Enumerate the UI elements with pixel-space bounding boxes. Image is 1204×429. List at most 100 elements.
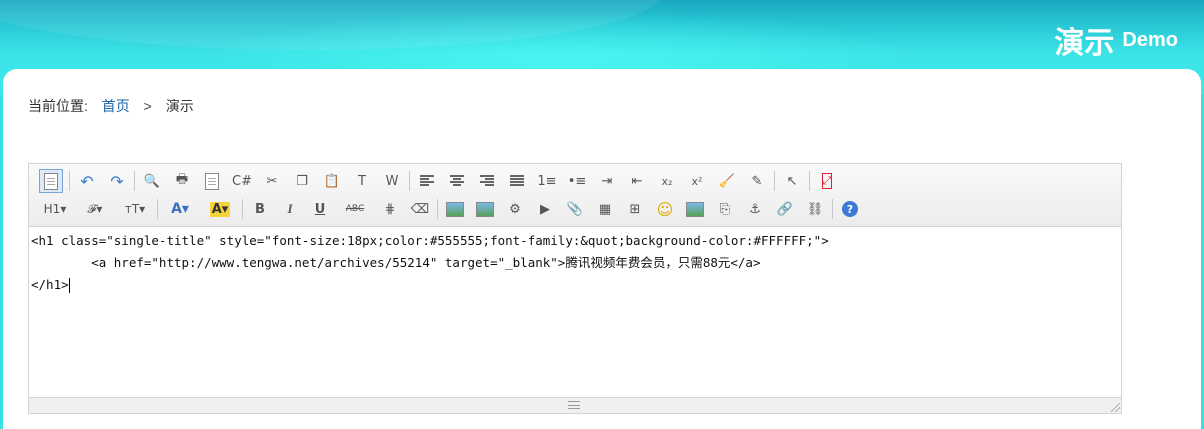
toolbar-row-1: ↶ ↷ 🔍 🖶 C# ✂ ❐ 📋 T W 1≡ •≡ ⇥ ⇤ x₂ x² 🧹 ✎ ↖ ⤢ bbox=[35, 168, 842, 194]
strikethrough-icon: ABC bbox=[345, 204, 365, 214]
unordered-list-icon: •≡ bbox=[567, 173, 587, 189]
redo-button[interactable]: ↷ bbox=[107, 171, 127, 191]
unordered-list-button[interactable]: •≡ bbox=[567, 171, 587, 191]
superscript-icon: x² bbox=[691, 174, 703, 188]
insert-code-button[interactable]: ⊞ bbox=[625, 199, 645, 219]
align-left-icon bbox=[420, 175, 434, 187]
align-right-button[interactable] bbox=[477, 171, 497, 191]
cut-button[interactable]: ✂ bbox=[262, 171, 282, 191]
toolbar-separator bbox=[409, 171, 410, 191]
multi-image-button[interactable] bbox=[475, 199, 495, 219]
font-size-button[interactable]: тT▾ bbox=[120, 199, 150, 219]
template-button[interactable] bbox=[202, 171, 222, 191]
highlight-button[interactable]: A▾ bbox=[205, 199, 235, 219]
image-button[interactable] bbox=[445, 199, 465, 219]
undo-icon: ↶ bbox=[80, 171, 94, 191]
code-button[interactable]: C# bbox=[232, 171, 252, 191]
indent-button[interactable]: ⇥ bbox=[597, 171, 617, 191]
print-icon: 🖶 bbox=[175, 172, 189, 187]
map-button[interactable] bbox=[685, 199, 705, 219]
underline-button[interactable]: U bbox=[310, 199, 330, 219]
preview-icon: 🔍 bbox=[143, 173, 161, 189]
flash-button[interactable]: ⚙ bbox=[505, 199, 525, 219]
justify-button[interactable] bbox=[507, 171, 527, 191]
underline-icon: U bbox=[314, 201, 326, 217]
corner-resize-icon[interactable] bbox=[1111, 403, 1120, 412]
emoticon-icon: ☺ bbox=[656, 199, 674, 219]
strikethrough-button[interactable]: ABC bbox=[340, 199, 370, 219]
paste-word-button[interactable]: W bbox=[382, 171, 402, 191]
template-icon bbox=[205, 172, 219, 190]
paste-button[interactable]: 📋 bbox=[322, 171, 342, 191]
copy-button[interactable]: ❐ bbox=[292, 171, 312, 191]
toolbar-separator bbox=[832, 199, 833, 219]
toolbar-separator bbox=[157, 199, 158, 219]
page-break-button[interactable]: ⎘ bbox=[715, 199, 735, 219]
breadcrumb: 当前位置: 首页 > 演示 bbox=[28, 96, 194, 116]
highlight-icon: A▾ bbox=[209, 201, 231, 217]
select-all-icon: ✎ bbox=[751, 173, 763, 189]
font-family-button[interactable]: 𝓕▾ bbox=[80, 199, 110, 219]
font-color-button[interactable]: A▾ bbox=[165, 199, 195, 219]
map-icon bbox=[686, 201, 704, 217]
media-icon: ▶ bbox=[540, 201, 550, 217]
toolbar-row-2: H1▾ 𝓕▾ тT▾ A▾ A▾ B I U ABC ⋕ ⌫ ⚙ ▶ 📎 ▦ ⊞ ☺ ⎘ ⚓ 🔗 ⛓? bbox=[35, 196, 865, 222]
preview-button[interactable]: 🔍 bbox=[142, 171, 162, 191]
media-button[interactable]: ▶ bbox=[535, 199, 555, 219]
ordered-list-button[interactable]: 1≡ bbox=[537, 171, 557, 191]
indent-icon: ⇥ bbox=[601, 173, 613, 189]
link-icon: 🔗 bbox=[776, 201, 794, 217]
site-title-en: Demo bbox=[1122, 28, 1178, 51]
superscript-button[interactable]: x² bbox=[687, 171, 707, 191]
cursor-button[interactable]: ↖ bbox=[782, 171, 802, 191]
table-icon: ▦ bbox=[598, 201, 612, 217]
unlink-button[interactable]: ⛓ bbox=[805, 199, 825, 219]
horizontal-rule-button[interactable]: ⋕ bbox=[380, 199, 400, 219]
source-button[interactable] bbox=[39, 169, 63, 193]
eraser-icon: ⌫ bbox=[410, 201, 430, 217]
align-left-button[interactable] bbox=[417, 171, 437, 191]
bold-button[interactable]: B bbox=[250, 199, 270, 219]
align-center-button[interactable] bbox=[447, 171, 467, 191]
font-family-icon: 𝓕▾ bbox=[87, 201, 103, 216]
editor-toolbar: ↶ ↷ 🔍 🖶 C# ✂ ❐ 📋 T W 1≡ •≡ ⇥ ⇤ x₂ x² 🧹 ✎ ↖ ⤢ H1▾ 𝓕▾ тT▾ A▾ A▾ B I… bbox=[29, 164, 1121, 227]
undo-button[interactable]: ↶ bbox=[77, 171, 97, 191]
emoticon-button[interactable]: ☺ bbox=[655, 199, 675, 219]
vertical-resize-handle[interactable] bbox=[567, 401, 581, 409]
breadcrumb-home-link[interactable]: 首页 bbox=[102, 98, 130, 114]
image-icon bbox=[446, 201, 464, 217]
toolbar-separator bbox=[69, 171, 70, 191]
content-panel: 当前位置: 首页 > 演示 ↶ ↷ 🔍 🖶 C# ✂ ❐ 📋 T W 1≡ •≡ ⇥ ⇤ x₂ x² 🧹 ✎ ↖ ⤢ … bbox=[3, 69, 1201, 429]
italic-icon: I bbox=[287, 201, 293, 216]
help-button[interactable]: ? bbox=[840, 199, 860, 219]
outdent-icon: ⇤ bbox=[631, 173, 643, 189]
breadcrumb-current: 演示 bbox=[165, 98, 194, 114]
insert-code-icon: ⊞ bbox=[629, 201, 641, 217]
heading-button[interactable]: H1▾ bbox=[40, 199, 70, 219]
code-line-3-text: </h1> bbox=[31, 277, 69, 292]
select-all-button[interactable]: ✎ bbox=[747, 171, 767, 191]
paste-text-button[interactable]: T bbox=[352, 171, 372, 191]
print-button[interactable]: 🖶 bbox=[172, 171, 192, 191]
paste-icon: 📋 bbox=[323, 173, 341, 189]
italic-button[interactable]: I bbox=[280, 199, 300, 219]
table-button[interactable]: ▦ bbox=[595, 199, 615, 219]
anchor-icon: ⚓ bbox=[749, 201, 761, 217]
horizontal-rule-icon: ⋕ bbox=[384, 201, 396, 217]
fullscreen-button[interactable]: ⤢ bbox=[817, 171, 837, 191]
eraser-button[interactable]: ⌫ bbox=[410, 199, 430, 219]
code-icon: C# bbox=[232, 173, 252, 189]
breadcrumb-separator: > bbox=[143, 98, 152, 114]
anchor-button[interactable]: ⚓ bbox=[745, 199, 765, 219]
link-button[interactable]: 🔗 bbox=[775, 199, 795, 219]
outdent-button[interactable]: ⇤ bbox=[627, 171, 647, 191]
code-line-3: </h1> bbox=[31, 274, 1121, 296]
code-line-1: <h1 class="single-title" style="font-siz… bbox=[31, 233, 829, 248]
copy-icon: ❐ bbox=[296, 173, 308, 189]
text-caret bbox=[68, 278, 70, 293]
unlink-icon: ⛓ bbox=[806, 201, 824, 217]
attachment-button[interactable]: 📎 bbox=[565, 199, 585, 219]
editor-content[interactable]: <h1 class="single-title" style="font-siz… bbox=[29, 227, 1121, 397]
clear-format-button[interactable]: 🧹 bbox=[717, 171, 737, 191]
subscript-button[interactable]: x₂ bbox=[657, 171, 677, 191]
